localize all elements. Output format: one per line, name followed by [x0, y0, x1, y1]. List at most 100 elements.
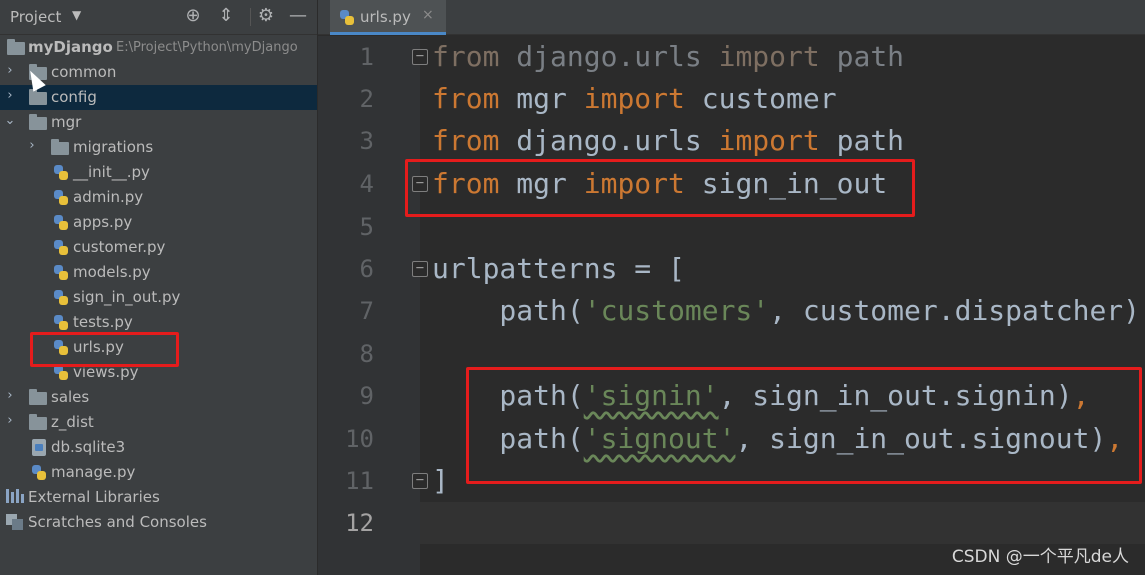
keyword: from — [432, 82, 500, 115]
keyword: import — [718, 124, 820, 157]
tree-item-models-py[interactable]: models.py — [0, 260, 317, 285]
line-number: 5 — [359, 213, 374, 241]
folder-icon — [51, 139, 69, 155]
gear-icon[interactable]: ⚙ — [255, 5, 277, 26]
chevron-right-icon[interactable]: › — [4, 413, 16, 428]
chevron-right-icon[interactable]: › — [26, 138, 38, 153]
chevron-right-icon[interactable]: › — [4, 88, 16, 103]
database-file-icon — [32, 439, 46, 456]
line-number: 6 — [359, 255, 374, 283]
highlight-box-urls-py — [30, 332, 179, 367]
tree-item-label: z_dist — [51, 413, 94, 431]
watermark: CSDN @一个平凡de人 — [951, 547, 1129, 567]
tree-item-apps-py[interactable]: apps.py — [0, 210, 317, 235]
library-icon — [6, 489, 24, 503]
line-number: 2 — [359, 85, 374, 113]
code-line-6[interactable]: urlpatterns = [ — [432, 248, 685, 290]
chevron-down-icon[interactable]: ⌄ — [4, 113, 16, 128]
tree-item-label: __init__.py — [73, 163, 150, 181]
code-text: path — [819, 124, 905, 157]
line-number: 12 — [345, 509, 374, 537]
locate-icon[interactable]: ⊕ — [182, 5, 204, 26]
tree-root-mydjango[interactable]: myDjango E:\Project\Python\myDjango — [0, 35, 317, 60]
line-number: 8 — [359, 340, 374, 368]
tree-item-label: manage.py — [51, 463, 136, 481]
highlight-box-import — [405, 159, 915, 217]
tree-item-config[interactable]: › config — [0, 85, 317, 110]
project-panel: Project ▼ ⊕ ⇕ ⚙ — myDjango E:\Project\Py… — [0, 0, 317, 575]
string-literal: 'customers' — [583, 294, 770, 327]
python-file-icon — [53, 189, 69, 206]
root-label: myDjango — [28, 38, 113, 56]
line-number: 1 — [359, 43, 374, 71]
python-file-icon — [53, 314, 69, 331]
code-line-2[interactable]: from mgr import customer — [432, 78, 837, 120]
tree-item-label: sales — [51, 388, 90, 406]
fold-marker-icon[interactable]: − — [412, 473, 428, 489]
hide-panel-icon[interactable]: — — [287, 5, 309, 26]
project-toolbar: Project ▼ ⊕ ⇕ ⚙ — — [0, 0, 317, 35]
code-text: path( — [432, 294, 584, 327]
tree-item-z-dist[interactable]: › z_dist — [0, 410, 317, 435]
tree-item-sign-in-out-py[interactable]: sign_in_out.py — [0, 285, 317, 310]
tree-item-db-sqlite3[interactable]: db.sqlite3 — [0, 435, 317, 460]
tree-item-common[interactable]: › common — [0, 60, 317, 85]
tree-item-migrations[interactable]: › migrations — [0, 135, 317, 160]
tree-item-label: config — [51, 88, 97, 106]
tree-item-customer-py[interactable]: customer.py — [0, 235, 317, 260]
code-text: django.urls — [499, 124, 719, 157]
code-text: ] — [432, 464, 449, 497]
tree-item-label: External Libraries — [28, 488, 160, 506]
tree-item-label: sign_in_out.py — [73, 288, 181, 306]
folder-icon — [29, 389, 47, 405]
tree-item-external-libraries[interactable]: External Libraries — [0, 485, 317, 510]
tab-label: urls.py — [360, 8, 411, 26]
code-text: urlpatterns = [ — [432, 252, 685, 285]
highlight-box-paths — [466, 367, 1142, 484]
chevron-right-icon[interactable]: › — [4, 388, 16, 403]
python-file-icon — [53, 164, 69, 181]
keyword: from — [432, 40, 500, 73]
tree-item-sales[interactable]: › sales — [0, 385, 317, 410]
tree-item-manage-py[interactable]: manage.py — [0, 460, 317, 485]
python-file-icon — [31, 464, 47, 481]
tree-item-label: apps.py — [73, 213, 133, 231]
folder-icon — [29, 414, 47, 430]
python-file-icon — [53, 264, 69, 281]
tree-item-label: models.py — [73, 263, 151, 281]
code-line-7[interactable]: path('customers', customer.dispatcher) — [432, 290, 1140, 332]
chevron-right-icon[interactable]: › — [4, 63, 16, 78]
tree-item-label: db.sqlite3 — [51, 438, 126, 456]
tree-item-admin-py[interactable]: admin.py — [0, 185, 317, 210]
tab-urls-py[interactable]: urls.py × — [330, 0, 446, 35]
keyword: import — [583, 82, 685, 115]
line-number: 11 — [345, 467, 374, 495]
tree-item-label: tests.py — [73, 313, 133, 331]
folder-icon — [29, 114, 47, 130]
tree-item-label: Scratches and Consoles — [28, 513, 207, 531]
code-line-3[interactable]: from django.urls import path — [432, 120, 904, 162]
fold-marker-icon[interactable]: − — [412, 49, 428, 65]
line-number: 9 — [359, 382, 374, 410]
line-number: 7 — [359, 297, 374, 325]
project-dropdown-icon[interactable]: ▼ — [72, 8, 81, 22]
root-path: E:\Project\Python\myDjango — [116, 40, 298, 55]
tree-item-init-py[interactable]: __init__.py — [0, 160, 317, 185]
collapse-all-icon[interactable]: ⇕ — [215, 5, 237, 26]
python-file-icon — [53, 239, 69, 256]
tree-item-label: customer.py — [73, 238, 166, 256]
close-icon[interactable]: × — [422, 7, 434, 23]
code-text: customer — [684, 82, 837, 115]
python-file-icon — [339, 9, 355, 26]
line-number: 10 — [345, 425, 374, 453]
fold-marker-icon[interactable]: − — [412, 261, 428, 277]
line-number: 3 — [359, 127, 374, 155]
folder-icon — [29, 89, 47, 105]
tree-item-mgr[interactable]: ⌄ mgr — [0, 110, 317, 135]
code-line-11[interactable]: ] — [432, 460, 449, 502]
code-line-1[interactable]: from django.urls import path — [432, 36, 904, 78]
tree-item-label: mgr — [51, 113, 82, 131]
project-title[interactable]: Project — [10, 8, 61, 26]
tree-item-scratches[interactable]: Scratches and Consoles — [0, 510, 317, 535]
toolbar-divider — [250, 8, 251, 26]
